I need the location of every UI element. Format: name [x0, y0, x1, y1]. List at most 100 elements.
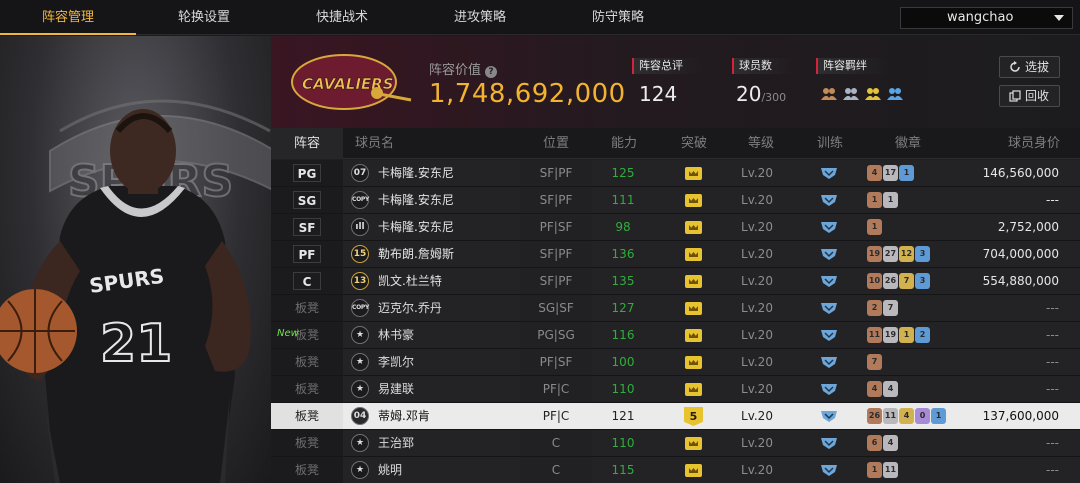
- training-cell[interactable]: [801, 241, 856, 267]
- lineup-slot[interactable]: 板凳: [271, 403, 343, 429]
- breakthrough-cell[interactable]: [662, 430, 726, 456]
- badge-medals[interactable]: 4 17 1: [867, 160, 960, 186]
- col-breakthrough[interactable]: 突破: [681, 128, 707, 159]
- table-row[interactable]: 板凳 ★ 王治郅 C 110 Lv.20 6 4 ---: [271, 430, 1080, 457]
- star-icon: ★: [351, 353, 369, 371]
- breakthrough-cell[interactable]: [662, 322, 726, 348]
- col-level[interactable]: 等级: [748, 128, 774, 159]
- col-player-value[interactable]: 球员身价: [1008, 128, 1060, 159]
- player-name[interactable]: 林书豪: [378, 322, 518, 348]
- col-badges[interactable]: 徽章: [895, 128, 921, 159]
- bond-blue-icon[interactable]: [886, 84, 904, 102]
- tab-rotation-settings[interactable]: 轮换设置: [136, 0, 272, 35]
- select-players-button[interactable]: 选拔: [999, 56, 1060, 78]
- breakthrough-cell[interactable]: [662, 160, 726, 186]
- lineup-slot[interactable]: C: [271, 268, 343, 294]
- breakthrough-cell[interactable]: [662, 187, 726, 213]
- badge-medals[interactable]: 1: [867, 214, 960, 240]
- lineup-slot[interactable]: 板凳: [271, 376, 343, 402]
- lineup-slot[interactable]: 板凳: [271, 295, 343, 321]
- training-cell[interactable]: [801, 403, 856, 429]
- table-row[interactable]: 板凳 04 蒂姆.邓肯 PF|C 121 5 Lv.20 26 11 4 0 1 137,600,000: [271, 403, 1080, 430]
- tab-offense-strategy[interactable]: 进攻策略: [412, 0, 548, 35]
- bond-gold-icon[interactable]: [864, 84, 882, 102]
- help-icon[interactable]: ?: [485, 66, 498, 78]
- table-row[interactable]: C 13 凯文.杜兰特 SF|PF 135 Lv.20 10 26 7 3 554,880,000: [271, 268, 1080, 295]
- tab-defense-strategy[interactable]: 防守策略: [550, 0, 686, 35]
- table-row[interactable]: 板凳 ★ 易建联 PF|C 110 Lv.20 4 4 ---: [271, 376, 1080, 403]
- training-cell[interactable]: [801, 160, 856, 186]
- table-row[interactable]: PG 07 卡梅隆.安东尼 SF|PF 125 Lv.20 4 17 1 146,560,000: [271, 160, 1080, 187]
- badge-medals[interactable]: 26 11 4 0 1: [867, 403, 960, 429]
- player-name[interactable]: 姚明: [378, 457, 518, 483]
- breakthrough-cell[interactable]: [662, 268, 726, 294]
- player-value: 554,880,000: [982, 274, 1059, 288]
- lineup-slot[interactable]: 板凳: [271, 457, 343, 483]
- col-training[interactable]: 训练: [817, 128, 843, 159]
- badge-medals[interactable]: 11: [867, 187, 960, 213]
- player-position: PF|C: [542, 409, 570, 423]
- player-name[interactable]: 卡梅隆.安东尼: [378, 187, 518, 213]
- training-cell[interactable]: [801, 322, 856, 348]
- tab-quick-tactics[interactable]: 快捷战术: [274, 0, 410, 35]
- breakthrough-cell[interactable]: [662, 457, 726, 483]
- badge-medals[interactable]: 7: [867, 349, 960, 375]
- crown-icon: [685, 194, 702, 207]
- training-cell[interactable]: [801, 349, 856, 375]
- badge-medals[interactable]: 10 26 7 3: [867, 268, 960, 294]
- player-ability: 111: [611, 193, 635, 207]
- tab-lineup-management[interactable]: 阵容管理: [0, 0, 136, 35]
- table-row[interactable]: 板凳 ★ 李凯尔 PF|SF 100 Lv.20 7 ---: [271, 349, 1080, 376]
- player-name[interactable]: 易建联: [378, 376, 518, 402]
- lineup-slot[interactable]: 板凳: [271, 430, 343, 456]
- player-name[interactable]: 卡梅隆.安东尼: [378, 214, 518, 240]
- training-cell[interactable]: [801, 187, 856, 213]
- recycle-players-button[interactable]: 回收: [999, 85, 1060, 107]
- player-name[interactable]: 凯文.杜兰特: [378, 268, 518, 294]
- training-cell[interactable]: [801, 268, 856, 294]
- player-name[interactable]: 蒂姆.邓肯: [378, 403, 518, 429]
- bond-silver-icon[interactable]: [842, 84, 860, 102]
- lineup-slot[interactable]: 板凳 New: [271, 322, 343, 348]
- table-row[interactable]: SG COPY 卡梅隆.安东尼 SF|PF 111 Lv.20 1 1 ---: [271, 187, 1080, 214]
- lineup-slot[interactable]: SF: [271, 214, 343, 240]
- player-name[interactable]: 迈克尔.乔丹: [378, 295, 518, 321]
- player-name[interactable]: 李凯尔: [378, 349, 518, 375]
- breakthrough-cell[interactable]: [662, 241, 726, 267]
- badge-medals[interactable]: 27: [867, 295, 960, 321]
- col-ability[interactable]: 能力: [611, 128, 637, 159]
- training-cell[interactable]: [801, 457, 856, 483]
- breakthrough-cell[interactable]: [662, 349, 726, 375]
- table-row[interactable]: PF 15 勒布朗.詹姆斯 SF|PF 136 Lv.20 19 27 12 3 704,000,0…: [271, 241, 1080, 268]
- player-name[interactable]: 王治郅: [378, 430, 518, 456]
- table-row[interactable]: 板凳 New ★ 林书豪 PG|SG 116 Lv.20 11 19 1 2 ---: [271, 322, 1080, 349]
- badge-medals[interactable]: 11 19 1 2: [867, 322, 960, 348]
- breakthrough-cell[interactable]: [662, 295, 726, 321]
- lineup-slot[interactable]: PG: [271, 160, 343, 186]
- training-cell[interactable]: [801, 295, 856, 321]
- badge-medals[interactable]: 1 11: [867, 457, 960, 483]
- user-dropdown[interactable]: wangchao: [900, 7, 1073, 29]
- col-lineup[interactable]: 阵容: [271, 128, 343, 159]
- col-player-name[interactable]: 球员名: [355, 128, 394, 159]
- training-cell[interactable]: [801, 430, 856, 456]
- lineup-slot[interactable]: 板凳: [271, 349, 343, 375]
- training-cell[interactable]: [801, 376, 856, 402]
- badge-medals[interactable]: 19 27 12 3: [867, 241, 960, 267]
- lineup-slot[interactable]: PF: [271, 241, 343, 267]
- jersey-badge-icon: 07: [351, 164, 369, 182]
- player-name[interactable]: 勒布朗.詹姆斯: [378, 241, 518, 267]
- breakthrough-cell[interactable]: 5: [662, 403, 726, 429]
- training-cell[interactable]: [801, 214, 856, 240]
- col-position[interactable]: 位置: [543, 128, 569, 159]
- player-name[interactable]: 卡梅隆.安东尼: [378, 160, 518, 186]
- badge-medals[interactable]: 44: [867, 376, 960, 402]
- breakthrough-cell[interactable]: [662, 376, 726, 402]
- lineup-slot[interactable]: SG: [271, 187, 343, 213]
- table-row[interactable]: 板凳 COPY 迈克尔.乔丹 SG|SF 127 Lv.20 2 7 ---: [271, 295, 1080, 322]
- badge-medals[interactable]: 64: [867, 430, 960, 456]
- bond-bronze-icon[interactable]: [820, 84, 838, 102]
- table-row[interactable]: 板凳 ★ 姚明 C 115 Lv.20 1 11 ---: [271, 457, 1080, 483]
- table-row[interactable]: SF ıll 卡梅隆.安东尼 PF|SF 98 Lv.20 1 2,752,000: [271, 214, 1080, 241]
- breakthrough-cell[interactable]: [662, 214, 726, 240]
